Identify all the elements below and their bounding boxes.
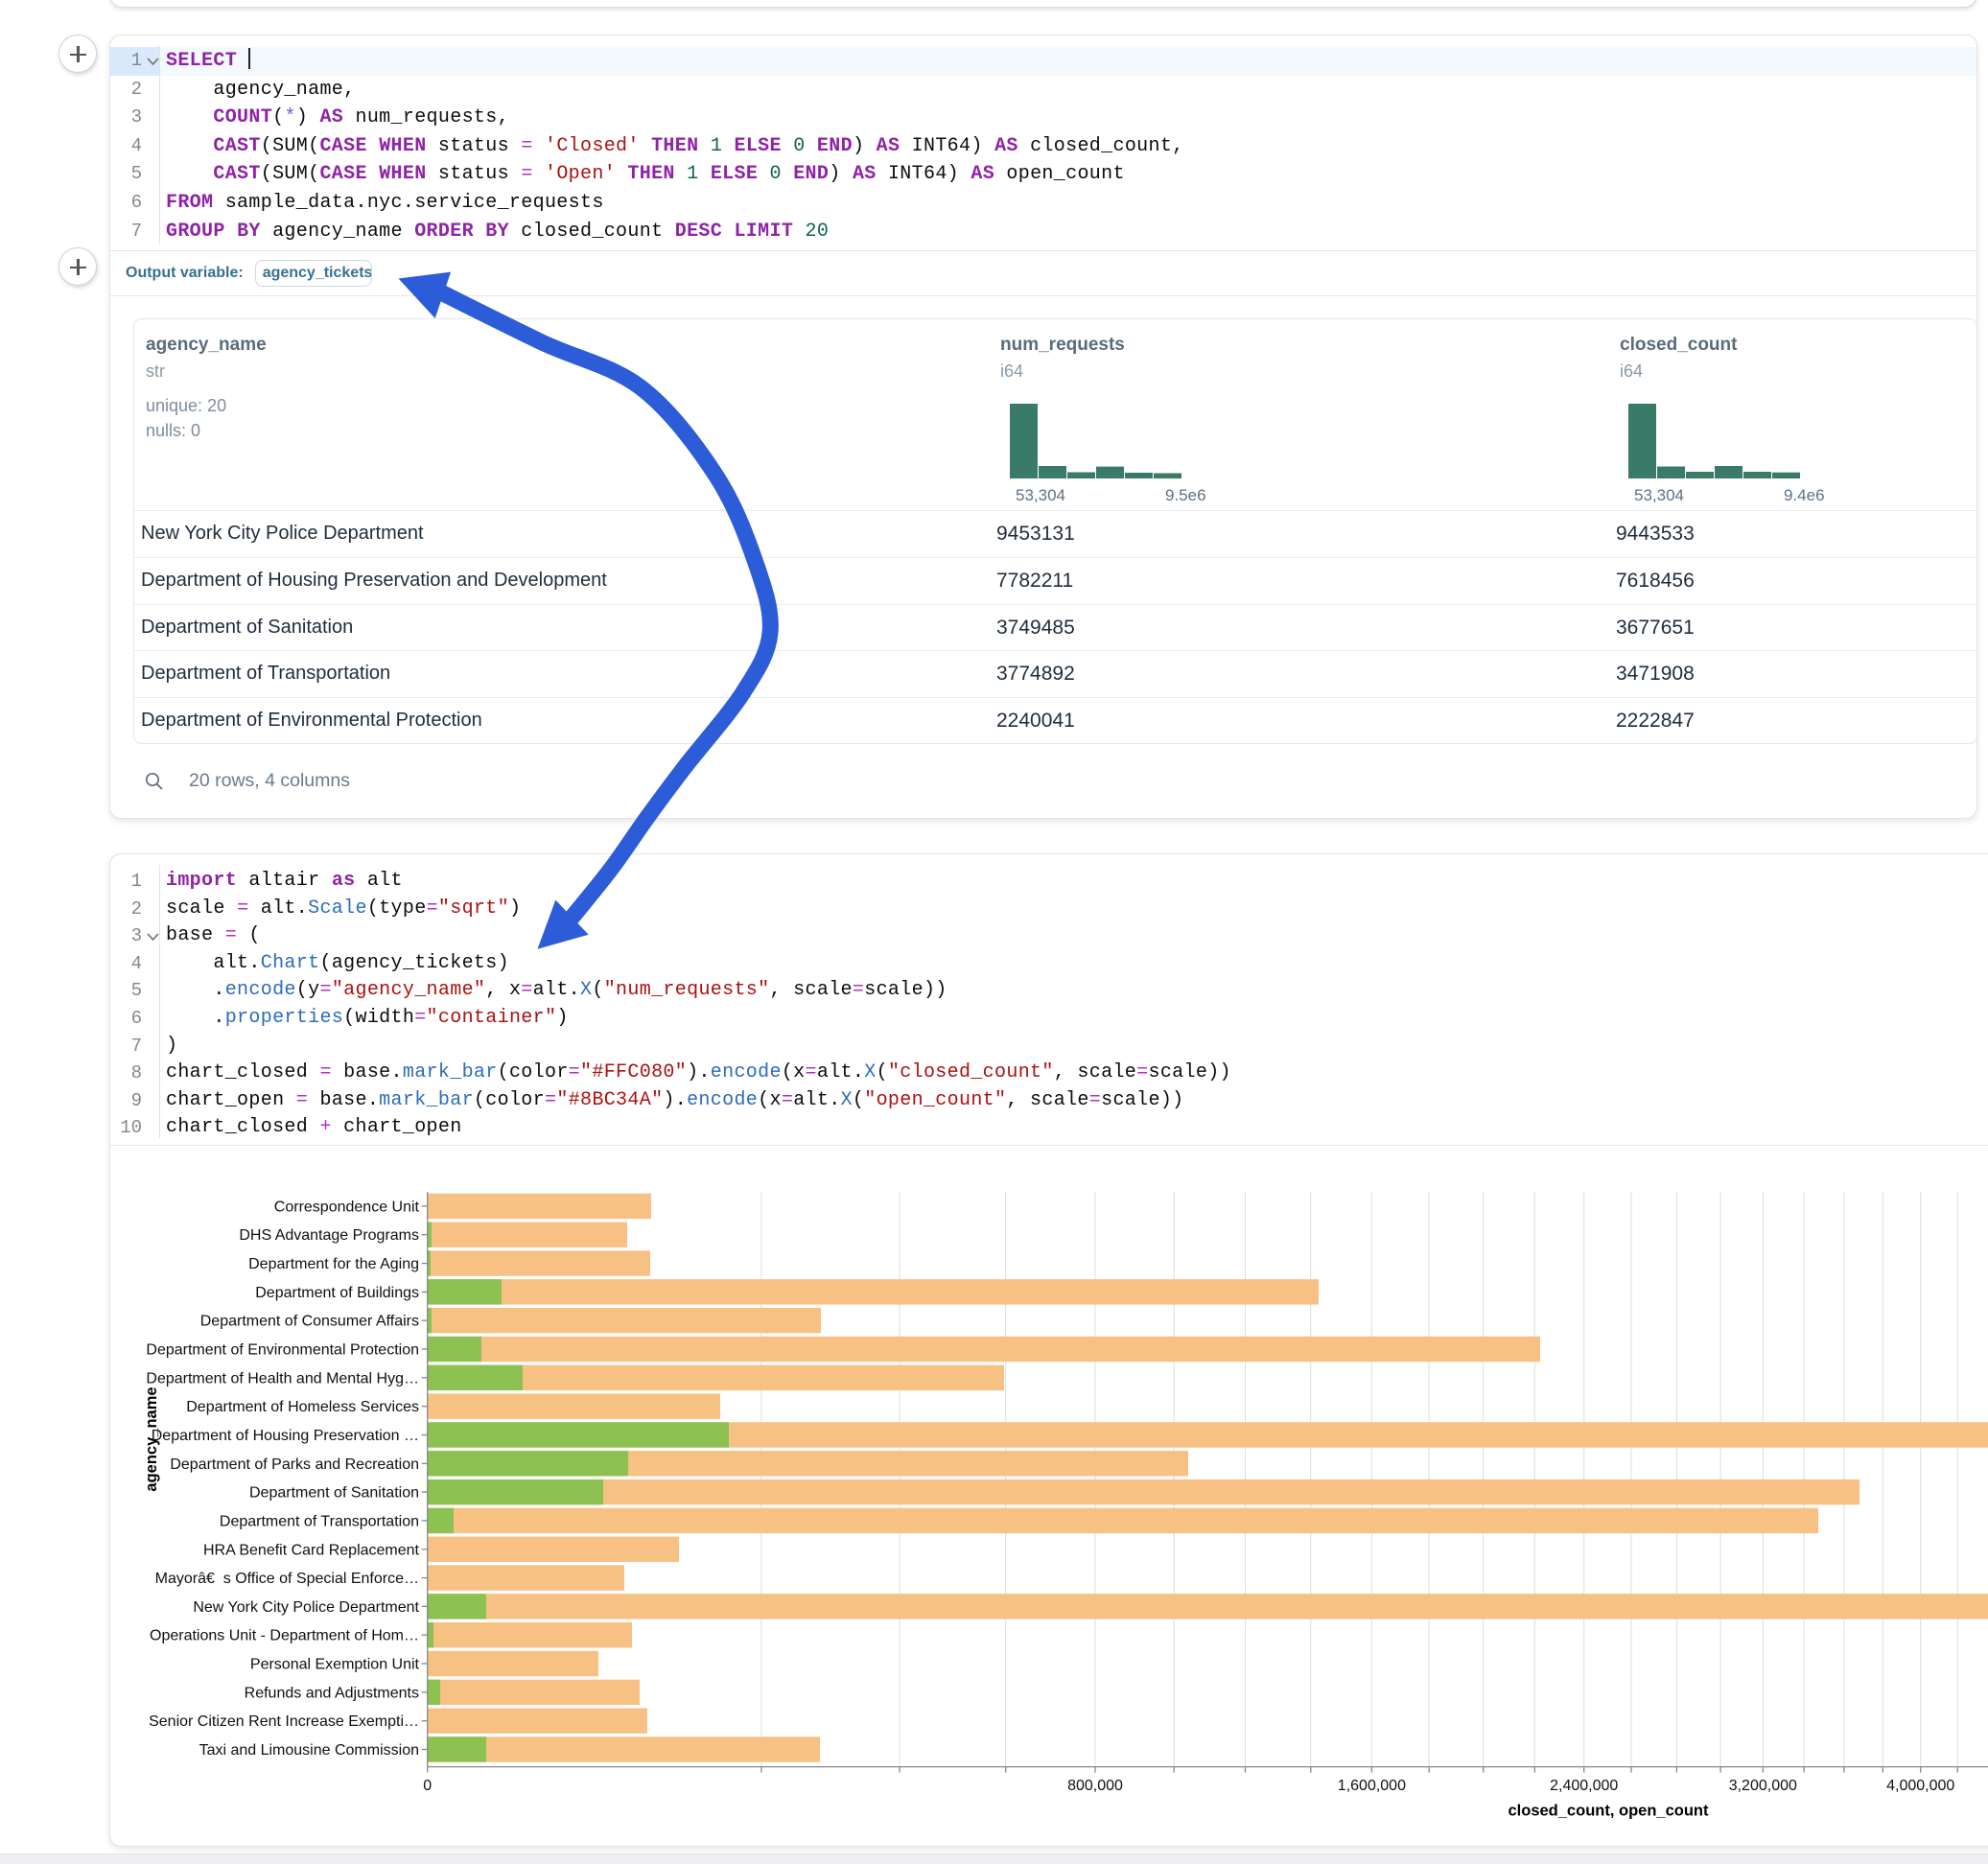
svg-text:1,600,000: 1,600,000 — [1338, 1778, 1406, 1794]
svg-text:Correspondence Unit: Correspondence Unit — [274, 1199, 420, 1215]
svg-text:Taxi and Limousine Commission: Taxi and Limousine Commission — [199, 1742, 419, 1759]
svg-text:closed_count, open_count: closed_count, open_count — [1508, 1803, 1709, 1820]
svg-text:Refunds and Adjustments: Refunds and Adjustments — [245, 1685, 419, 1701]
svg-text:Senior Citizen Rent Increase E: Senior Citizen Rent Increase Exempti… — [149, 1713, 419, 1730]
svg-text:Department of Consumer Affairs: Department of Consumer Affairs — [200, 1314, 419, 1330]
svg-text:2,400,000: 2,400,000 — [1550, 1778, 1618, 1794]
svg-text:4,000,000: 4,000,000 — [1886, 1778, 1954, 1794]
svg-text:Department of Health and Menta: Department of Health and Mental Hyg… — [146, 1370, 419, 1386]
svg-text:Mayorâ€ s Office of Special E: Mayorâ€ s Office of Special Enforce… — [155, 1571, 419, 1587]
svg-text:3,200,000: 3,200,000 — [1729, 1778, 1797, 1794]
svg-text:Department for the Aging: Department for the Aging — [248, 1256, 419, 1272]
svg-text:DHS Advantage Programs: DHS Advantage Programs — [239, 1227, 419, 1244]
svg-text:Department of Buildings: Department of Buildings — [255, 1285, 419, 1301]
svg-text:agency_name: agency_name — [143, 1386, 160, 1491]
svg-text:Department of Sanitation: Department of Sanitation — [249, 1485, 419, 1502]
svg-text:Department of Housing Preserva: Department of Housing Preservation … — [152, 1428, 419, 1444]
svg-text:800,000: 800,000 — [1067, 1778, 1123, 1794]
svg-text:Personal Exemption Unit: Personal Exemption Unit — [250, 1657, 420, 1673]
svg-text:Department of Homeless Service: Department of Homeless Services — [186, 1399, 419, 1415]
svg-text:0: 0 — [423, 1778, 432, 1794]
svg-text:New York City Police Departmen: New York City Police Department — [193, 1599, 419, 1616]
svg-text:HRA Benefit Card Replacement: HRA Benefit Card Replacement — [203, 1542, 420, 1558]
svg-text:Operations Unit - Department o: Operations Unit - Department of Hom… — [150, 1628, 419, 1644]
svg-text:Department of Environmental Pr: Department of Environmental Protection — [146, 1342, 419, 1359]
svg-text:Department of Parks and Recrea: Department of Parks and Recreation — [170, 1456, 419, 1473]
svg-text:Department of Transportation: Department of Transportation — [220, 1513, 419, 1529]
